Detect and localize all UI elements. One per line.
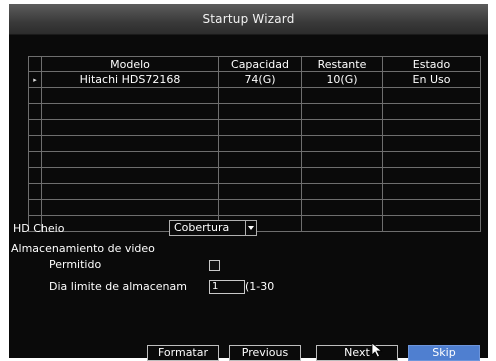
hd-full-label: HD Cheio xyxy=(13,222,65,235)
row-selected-arrow-icon: ▸ xyxy=(28,71,42,88)
table-row[interactable]: ▸ Hitachi HDS72168 74(G) 10(G) En Uso xyxy=(28,71,481,88)
hd-full-select-value: Cobertura xyxy=(174,221,230,234)
storage-limit-input[interactable]: 1 xyxy=(209,280,245,294)
video-storage-label: Almacenamiento de video xyxy=(11,242,155,255)
next-button[interactable]: Next xyxy=(316,345,398,361)
cell-model: Hitachi HDS72168 xyxy=(41,71,219,88)
table-row-empty[interactable] xyxy=(28,183,481,200)
column-header-model: Modelo xyxy=(41,56,219,72)
table-row-empty[interactable] xyxy=(28,167,481,184)
column-header-remaining: Restante xyxy=(301,56,383,72)
permitted-checkbox[interactable] xyxy=(209,260,220,271)
disk-table-header: Modelo Capacidad Restante Estado xyxy=(28,56,481,72)
startup-wizard-window: Startup Wizard Modelo Capacidad Restante… xyxy=(9,4,488,361)
disk-table: Modelo Capacidad Restante Estado ▸ Hitac… xyxy=(28,56,481,232)
skip-button[interactable]: Skip xyxy=(408,345,480,361)
storage-limit-range: (1-30 xyxy=(245,280,275,293)
column-header-select xyxy=(28,56,42,72)
permitted-label: Permitido xyxy=(49,258,102,271)
storage-limit-label: Dia limite de almacenam xyxy=(49,280,187,293)
mouse-pointer-icon xyxy=(371,342,383,358)
cell-remaining: 10(G) xyxy=(301,71,383,88)
column-header-status: Estado xyxy=(382,56,481,72)
column-header-capacity: Capacidad xyxy=(218,56,302,72)
table-row-empty[interactable] xyxy=(28,199,481,216)
table-row-empty[interactable] xyxy=(28,103,481,120)
chevron-down-icon[interactable] xyxy=(245,221,256,235)
table-row-empty[interactable] xyxy=(28,151,481,168)
table-row-empty[interactable] xyxy=(28,119,481,136)
window-title: Startup Wizard xyxy=(9,4,488,35)
table-row-empty[interactable] xyxy=(28,135,481,152)
cell-capacity: 74(G) xyxy=(218,71,302,88)
previous-button[interactable]: Previous xyxy=(229,345,301,361)
hd-full-select[interactable]: Cobertura xyxy=(169,220,257,236)
table-row-empty[interactable] xyxy=(28,87,481,104)
format-button[interactable]: Formatar xyxy=(147,345,219,361)
cell-status: En Uso xyxy=(382,71,481,88)
